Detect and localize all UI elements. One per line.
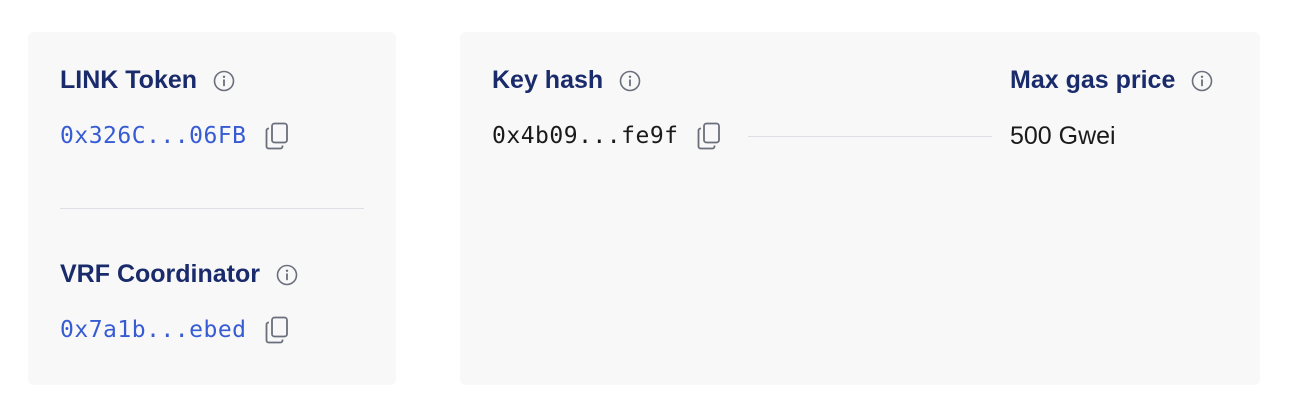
link-token-label-row: LINK Token (60, 66, 235, 95)
vrf-coordinator-address[interactable]: 0x7a1b...ebed (60, 317, 247, 343)
max-gas-price-label: Max gas price (1010, 66, 1176, 94)
info-icon[interactable] (619, 70, 641, 92)
key-hash-value: 0x4b09...fe9f (492, 123, 679, 149)
vrf-coordinator-label-row: VRF Coordinator (60, 260, 298, 289)
copy-icon[interactable] (265, 122, 289, 150)
info-icon[interactable] (213, 70, 235, 92)
connector-line (748, 136, 992, 137)
key-hash-card: Key hash 0x4b09...fe9f Max gas price 500… (460, 32, 1260, 385)
key-hash-value-row: 0x4b09...fe9f (492, 122, 721, 150)
info-icon[interactable] (1191, 70, 1213, 92)
link-token-address[interactable]: 0x326C...06FB (60, 123, 247, 149)
info-icon[interactable] (276, 264, 298, 286)
copy-icon[interactable] (697, 122, 721, 150)
vrf-coordinator-label: VRF Coordinator (60, 260, 260, 288)
link-token-address-row: 0x326C...06FB (60, 122, 289, 150)
key-hash-label-row: Key hash (492, 66, 641, 95)
contract-addresses-card: LINK Token 0x326C...06FB VRF Coordinator (28, 32, 396, 385)
max-gas-price-value: 500 Gwei (1010, 122, 1116, 150)
max-gas-price-label-row: Max gas price (1010, 66, 1213, 95)
divider (60, 208, 364, 209)
link-token-label: LINK Token (60, 66, 198, 94)
vrf-coordinator-address-row: 0x7a1b...ebed (60, 316, 289, 344)
copy-icon[interactable] (265, 316, 289, 344)
key-hash-label: Key hash (492, 66, 604, 94)
